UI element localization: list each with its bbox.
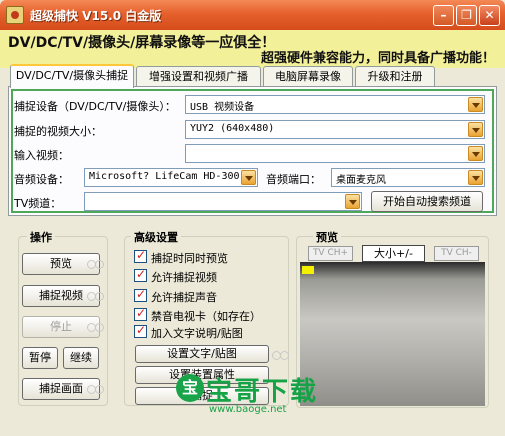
allow-audio-label: 允许捕捉声音 xyxy=(151,291,217,304)
tv-channel-select[interactable] xyxy=(84,192,362,211)
minimize-icon[interactable]: – xyxy=(433,5,454,26)
audio-device-value: Microsoft? LifeCam HD-300 xyxy=(89,171,240,182)
chevron-down-icon[interactable] xyxy=(468,146,483,161)
tv-channel-up-button[interactable]: TV CH+ xyxy=(308,246,353,261)
device-select-value: USB 视频设备 xyxy=(190,102,255,113)
add-text-overlay-checkbox[interactable] xyxy=(134,323,147,338)
swirl-decoration-icon xyxy=(270,348,290,362)
watermark-logo-icon: 宝 xyxy=(176,374,204,402)
audio-port-value: 桌面麦克风 xyxy=(336,175,386,186)
swirl-decoration-icon xyxy=(85,289,105,303)
mute-tv-card-label: 禁音电视卡（如存在） xyxy=(151,310,261,323)
auto-search-channels-button[interactable]: 开始自动搜索频道 xyxy=(371,191,483,212)
size-label: 捕捉的视频大小： xyxy=(14,125,102,138)
allow-audio-checkbox[interactable] xyxy=(134,287,147,302)
preview-size-button[interactable]: 大小+/- xyxy=(362,245,425,262)
input-video-select[interactable] xyxy=(185,144,485,163)
allow-video-label: 允许捕捉视频 xyxy=(151,271,217,284)
preview-osd-marker xyxy=(302,266,314,274)
size-select-value: YUY2 (640x480) xyxy=(190,123,275,134)
chevron-down-icon[interactable] xyxy=(345,194,360,209)
window-title: 超级捕快 V15.0 白金版 xyxy=(30,9,162,23)
continue-button[interactable]: 继续 xyxy=(63,347,99,369)
tab-dv-capture[interactable]: DV/DC/TV/摄像头捕捉 xyxy=(10,64,134,88)
input-video-label: 输入视频： xyxy=(14,149,69,162)
title-bar[interactable]: 超级捕快 V15.0 白金版 – ❐ ✕ xyxy=(0,0,505,30)
tab-screen-record[interactable]: 电脑屏幕录像 xyxy=(263,66,353,86)
audio-port-label: 音频端口： xyxy=(266,173,321,186)
add-text-overlay-label: 加入文字说明/贴图 xyxy=(151,327,243,340)
operate-group-title: 操作 xyxy=(27,229,55,245)
pause-button[interactable]: 暂停 xyxy=(22,347,58,369)
preview-group-title: 预览 xyxy=(313,229,341,245)
app-icon xyxy=(6,6,24,24)
tv-channel-down-button[interactable]: TV CH- xyxy=(434,246,479,261)
close-icon[interactable]: ✕ xyxy=(479,5,500,26)
chevron-down-icon[interactable] xyxy=(241,170,256,185)
size-select[interactable]: YUY2 (640x480) xyxy=(185,120,485,139)
swirl-decoration-icon xyxy=(85,257,105,271)
swirl-decoration-icon xyxy=(85,320,105,334)
text-overlay-settings-button[interactable]: 设置文字/贴图 xyxy=(135,345,269,363)
banner-line-1: DV/DC/TV/摄像头/屏幕录像等一应俱全！ xyxy=(8,35,276,51)
preview-while-capture-checkbox[interactable] xyxy=(134,248,147,263)
video-preview[interactable] xyxy=(300,262,485,406)
watermark-url: www.baoge.net xyxy=(209,404,287,415)
tv-channel-label: TV频道： xyxy=(14,197,62,210)
audio-device-select[interactable]: Microsoft? LifeCam HD-300 xyxy=(84,168,258,187)
promo-banner: DV/DC/TV/摄像头/屏幕录像等一应俱全！ 超强硬件兼容能力，同时具备广播功… xyxy=(0,30,505,68)
chevron-down-icon[interactable] xyxy=(468,170,483,185)
tab-upgrade-register[interactable]: 升级和注册 xyxy=(355,66,435,86)
chevron-down-icon[interactable] xyxy=(468,122,483,137)
chevron-down-icon[interactable] xyxy=(468,97,483,112)
advanced-settings-title: 高级设置 xyxy=(131,229,181,245)
banner-line-2: 超强硬件兼容能力，同时具备广播功能！ xyxy=(260,51,495,66)
audio-port-select[interactable]: 桌面麦克风 xyxy=(331,168,485,187)
tab-enhanced-broadcast[interactable]: 增强设置和视频广播 xyxy=(136,66,261,86)
device-select[interactable]: USB 视频设备 xyxy=(185,95,485,114)
swirl-decoration-icon xyxy=(85,382,105,396)
watermark-text: 宝哥下载 xyxy=(206,377,319,407)
mute-tv-card-checkbox[interactable] xyxy=(134,306,147,321)
allow-video-checkbox[interactable] xyxy=(134,267,147,282)
preview-while-capture-label: 捕捉时同时预览 xyxy=(151,252,228,265)
restore-icon[interactable]: ❐ xyxy=(456,5,477,26)
audio-device-label: 音频设备： xyxy=(14,173,69,186)
device-label: 捕捉设备（DV/DC/TV/摄像头）： xyxy=(14,100,176,113)
